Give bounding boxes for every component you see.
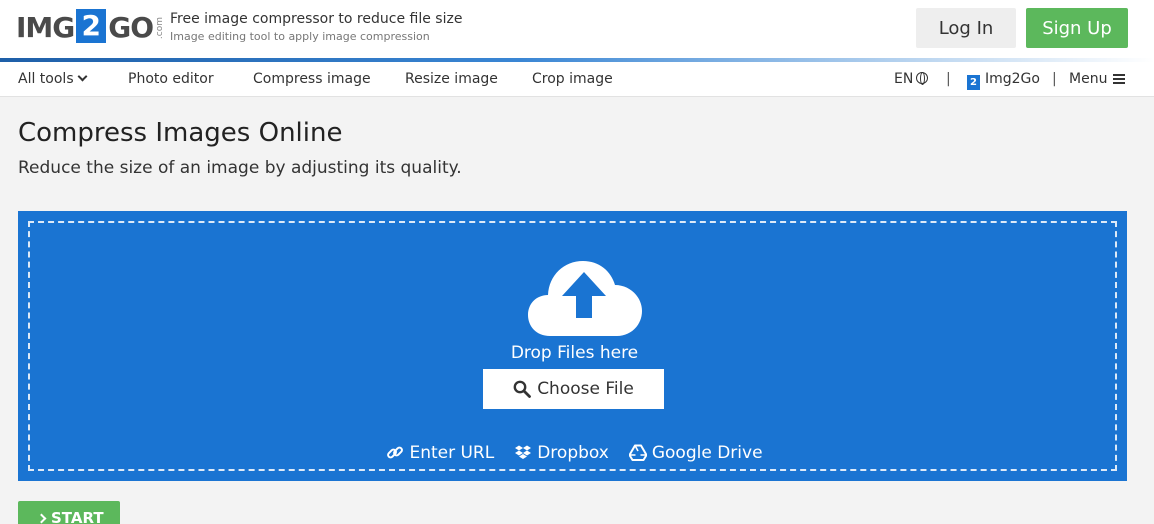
nav-compress-image[interactable]: Compress image [253, 62, 371, 97]
cloud-upload-icon [528, 261, 642, 336]
chevron-right-icon [36, 513, 47, 524]
enter-url-link[interactable]: Enter URL [386, 443, 494, 463]
nav-img2go-link[interactable]: 2 Img2Go [967, 62, 1040, 97]
logo-text-go: GO [108, 11, 154, 44]
globe-icon [916, 72, 929, 85]
link-icon [387, 446, 404, 459]
hamburger-menu-icon [1113, 74, 1126, 84]
signup-button[interactable]: Sign Up [1026, 8, 1128, 48]
dropbox-icon [515, 445, 532, 459]
page-title: Compress Images Online [18, 118, 343, 148]
logo-text-suffix: .com [155, 16, 166, 40]
search-icon [513, 380, 532, 398]
start-label: START [51, 509, 104, 524]
site-header: IMG 2 GO .com Free image compressor to r… [0, 0, 1154, 58]
enter-url-label: Enter URL [409, 443, 495, 463]
page-description: Reduce the size of an image by adjusting… [18, 158, 462, 178]
nav-all-tools[interactable]: All tools [18, 62, 88, 97]
drop-zone-border: Drop Files here Choose File Enter URL Dr… [28, 221, 1117, 471]
nav-photo-editor[interactable]: Photo editor [128, 62, 214, 97]
tagline: Free image compressor to reduce file siz… [170, 10, 462, 46]
language-selector[interactable]: EN [894, 62, 929, 97]
google-drive-icon [628, 444, 647, 461]
login-button[interactable]: Log In [916, 8, 1016, 48]
start-button[interactable]: START [18, 501, 120, 524]
choose-file-label: Choose File [537, 379, 634, 399]
img2go-mini-icon: 2 [967, 75, 980, 90]
choose-file-button[interactable]: Choose File [483, 369, 664, 409]
nav-separator: | [1052, 71, 1057, 87]
dropbox-link[interactable]: Dropbox [514, 443, 609, 463]
upload-sources: Enter URL Dropbox Google Drive [30, 441, 1119, 465]
tagline-main: Free image compressor to reduce file siz… [170, 11, 463, 27]
chevron-down-icon [77, 71, 88, 82]
tagline-sub: Image editing tool to apply image compre… [170, 30, 430, 43]
file-drop-zone[interactable]: Drop Files here Choose File Enter URL Dr… [18, 211, 1127, 481]
nav-menu-label: Menu [1069, 71, 1108, 87]
nav-resize-image[interactable]: Resize image [405, 62, 498, 97]
dropbox-label: Dropbox [537, 443, 609, 463]
drop-files-text: Drop Files here [510, 343, 639, 363]
nav-menu[interactable]: Menu [1069, 62, 1126, 97]
nav-separator: | [946, 71, 951, 87]
language-label: EN [894, 71, 914, 87]
logo-text-img: IMG [16, 11, 75, 44]
main-nav: All tools Photo editor Compress image Re… [0, 62, 1154, 97]
nav-crop-image[interactable]: Crop image [532, 62, 613, 97]
img2go-logo[interactable]: IMG 2 GO .com [16, 8, 165, 48]
google-drive-label: Google Drive [651, 443, 763, 463]
logo-text-two: 2 [76, 9, 107, 43]
nav-img2go-label: Img2Go [985, 71, 1040, 87]
nav-all-tools-label: All tools [18, 71, 74, 87]
google-drive-link[interactable]: Google Drive [628, 443, 763, 463]
